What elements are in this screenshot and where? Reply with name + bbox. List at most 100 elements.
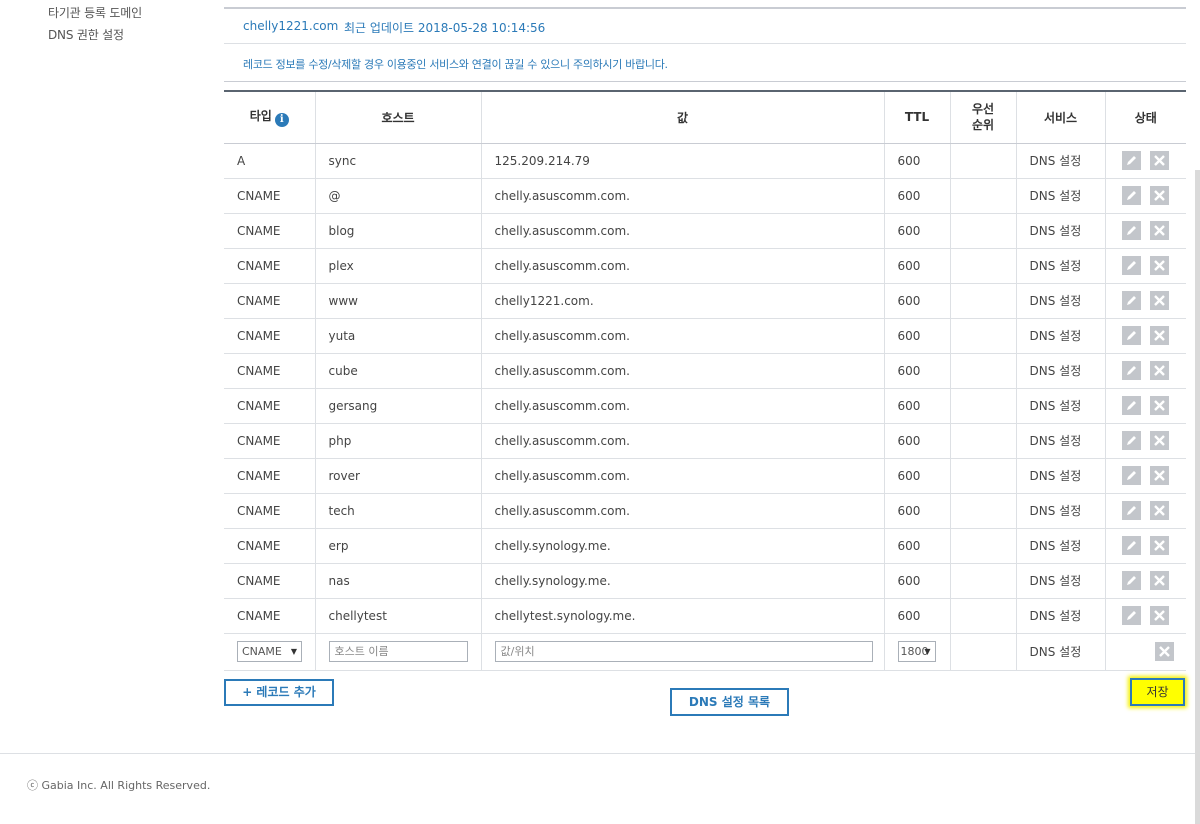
edit-record-button[interactable]	[1122, 186, 1142, 205]
record-type: CNAME	[224, 353, 315, 389]
close-icon	[1154, 505, 1166, 516]
table-row: CNAME gersang chelly.asuscomm.com. 600 DNS 설…	[224, 388, 1186, 424]
record-actions	[1104, 143, 1186, 179]
record-value: chelly.asuscomm.com.	[480, 353, 884, 389]
record-value: chelly.asuscomm.com.	[480, 318, 884, 354]
save-button[interactable]: 저장	[1130, 678, 1185, 706]
pencil-icon	[1127, 611, 1137, 620]
close-icon	[1154, 435, 1166, 446]
edit-record-button[interactable]	[1122, 361, 1142, 380]
pencil-icon	[1127, 436, 1137, 445]
record-actions	[1104, 318, 1186, 354]
vertical-scrollbar[interactable]	[1195, 170, 1200, 824]
record-host: chellytest	[314, 598, 481, 634]
close-icon	[1154, 365, 1166, 376]
edit-record-button[interactable]	[1122, 536, 1142, 555]
host-name-input[interactable]	[328, 641, 468, 662]
record-host: www	[314, 283, 481, 319]
delete-record-button[interactable]	[1150, 466, 1170, 485]
pencil-icon	[1127, 576, 1137, 585]
pencil-icon	[1127, 471, 1137, 480]
delete-record-button[interactable]	[1150, 186, 1170, 205]
record-ttl: 600	[883, 563, 950, 599]
info-icon[interactable]: i	[274, 113, 289, 128]
delete-record-button[interactable]	[1150, 501, 1170, 520]
notice-row: 레코드 정보를 수정/삭제할 경우 이용중인 서비스와 연결이 끊길 수 있으니…	[224, 44, 1186, 82]
edit-record-button[interactable]	[1122, 221, 1142, 240]
edit-record-button[interactable]	[1122, 606, 1142, 625]
delete-record-button[interactable]	[1150, 256, 1170, 275]
edit-record-button[interactable]	[1122, 571, 1142, 590]
delete-record-button[interactable]	[1150, 221, 1170, 240]
record-actions	[1104, 283, 1186, 319]
ttl-select[interactable]: 1800 ▼	[897, 641, 936, 662]
pencil-icon	[1127, 366, 1137, 375]
delete-record-button[interactable]	[1150, 396, 1170, 415]
delete-record-button[interactable]	[1150, 151, 1170, 170]
table-row: CNAME cube chelly.asuscomm.com. 600 DNS 설정	[224, 353, 1186, 389]
record-priority	[949, 143, 1016, 179]
delete-record-button[interactable]	[1150, 431, 1170, 450]
value-input[interactable]	[494, 641, 873, 662]
record-value: chelly.asuscomm.com.	[480, 423, 884, 459]
record-value: chelly.asuscomm.com.	[480, 493, 884, 529]
record-host: nas	[314, 563, 481, 599]
record-priority	[949, 213, 1016, 249]
record-value: chelly.synology.me.	[480, 563, 884, 599]
table-row: CNAME rover chelly.asuscomm.com. 600 DNS 설정	[224, 458, 1186, 494]
delete-record-button[interactable]	[1150, 536, 1170, 555]
close-icon	[1154, 295, 1166, 306]
close-icon	[1154, 610, 1166, 621]
record-priority	[949, 458, 1016, 494]
delete-record-button[interactable]	[1150, 361, 1170, 380]
table-row: CNAME yuta chelly.asuscomm.com. 600 DNS 설정	[224, 318, 1186, 354]
edit-record-button[interactable]	[1122, 326, 1142, 345]
record-ttl: 600	[883, 528, 950, 564]
edit-record-button[interactable]	[1122, 466, 1142, 485]
edit-record-button[interactable]	[1122, 256, 1142, 275]
dns-list-button[interactable]: DNS 설정 목록	[670, 688, 789, 716]
table-row: CNAME www chelly1221.com. 600 DNS 설정	[224, 283, 1186, 319]
close-icon	[1154, 190, 1166, 201]
delete-record-button[interactable]	[1150, 291, 1170, 310]
type-select[interactable]: CNAME ▼	[237, 641, 302, 662]
close-icon	[1154, 400, 1166, 411]
sidebar-item-dns-permission[interactable]: DNS 권한 설정	[48, 24, 142, 46]
delete-record-button[interactable]	[1150, 571, 1170, 590]
last-update-text: 최근 업데이트 2018-05-28 10:14:56	[344, 21, 546, 35]
record-actions	[1104, 493, 1186, 529]
record-type: CNAME	[224, 318, 315, 354]
sidebar-item-external-domain[interactable]: 타기관 등록 도메인	[48, 2, 142, 24]
record-host: yuta	[314, 318, 481, 354]
record-host: sync	[314, 143, 481, 179]
record-ttl: 600	[883, 423, 950, 459]
record-value: chelly.asuscomm.com.	[480, 178, 884, 214]
pencil-icon	[1127, 401, 1137, 410]
column-header-service: 서비스	[1015, 90, 1105, 144]
record-value: chelly.asuscomm.com.	[480, 248, 884, 284]
record-host: gersang	[314, 388, 481, 424]
table-row: CNAME blog chelly.asuscomm.com. 600 DNS 설정	[224, 213, 1186, 249]
delete-new-record-button[interactable]	[1154, 642, 1174, 661]
add-record-button[interactable]: + 레코드 추가	[224, 679, 334, 706]
record-service: DNS 설정	[1015, 353, 1105, 389]
close-icon	[1154, 330, 1166, 341]
edit-record-button[interactable]	[1122, 431, 1142, 450]
close-icon	[1154, 260, 1166, 271]
edit-record-button[interactable]	[1122, 291, 1142, 310]
close-icon	[1154, 155, 1166, 166]
delete-record-button[interactable]	[1150, 326, 1170, 345]
table-row: CNAME nas chelly.synology.me. 600 DNS 설정	[224, 563, 1186, 599]
record-actions	[1104, 178, 1186, 214]
pencil-icon	[1127, 261, 1137, 270]
close-icon	[1158, 646, 1170, 657]
edit-record-button[interactable]	[1122, 151, 1142, 170]
table-row: Async 125.209.214.79 600 DNS 설정	[224, 143, 1186, 179]
edit-record-button[interactable]	[1122, 396, 1142, 415]
delete-record-button[interactable]	[1150, 606, 1170, 625]
record-service: DNS 설정	[1015, 493, 1105, 529]
pencil-icon	[1127, 156, 1137, 165]
record-priority	[949, 248, 1016, 284]
edit-record-button[interactable]	[1122, 501, 1142, 520]
record-priority	[949, 283, 1016, 319]
